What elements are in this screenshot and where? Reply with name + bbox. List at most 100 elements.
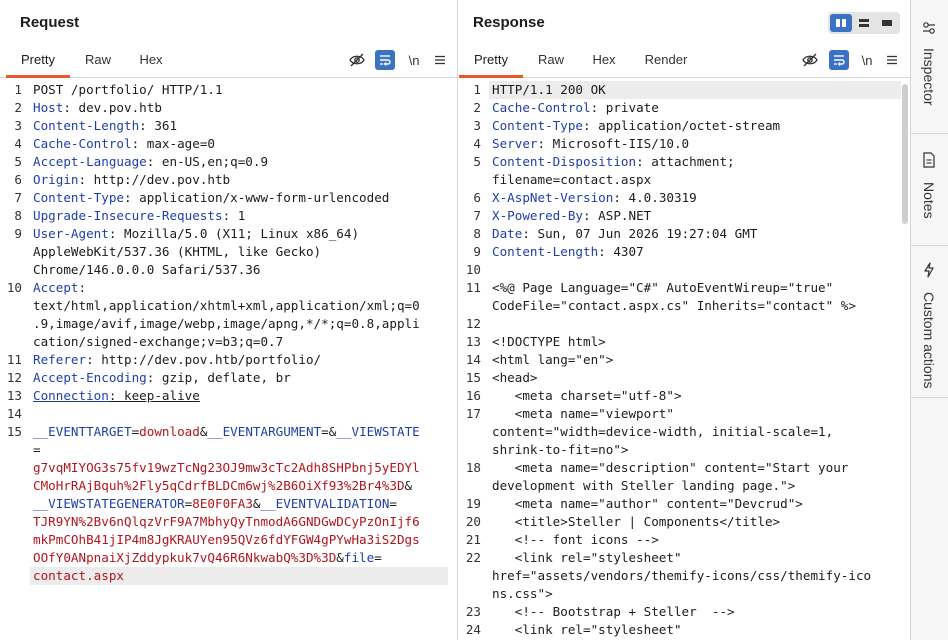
line-text: X-Powered-By: ASP.NET bbox=[492, 207, 651, 225]
code-text: : 361 bbox=[139, 118, 178, 133]
line-number: 16 bbox=[465, 388, 481, 403]
code-line: 15 __EVENTTARGET=download&__EVENTARGUMENT… bbox=[0, 423, 457, 441]
code-line: 13 Connection: keep-alive bbox=[0, 387, 457, 405]
header-name: Accept-Language bbox=[33, 154, 147, 169]
line-text: <meta charset="utf-8"> bbox=[492, 387, 682, 405]
header-name: Content-Type bbox=[33, 190, 124, 205]
line-text: Origin: http://dev.pov.htb bbox=[33, 171, 230, 189]
request-tab-raw[interactable]: Raw bbox=[74, 44, 122, 78]
code-text: : http://dev.pov.htb bbox=[78, 172, 231, 187]
hide-non-printable-icon[interactable] bbox=[800, 50, 820, 70]
code-line: 12 bbox=[459, 315, 910, 333]
code-line: = bbox=[0, 441, 457, 459]
line-number: 11 bbox=[6, 352, 22, 367]
line-number: 10 bbox=[6, 280, 22, 295]
header-name: X-AspNet-Version bbox=[492, 190, 614, 205]
code-line: text/html,application/xhtml+xml,applicat… bbox=[0, 297, 457, 315]
param-value: TJR9YN%2Bv6nQlqzVrF9A7MbhyQyTnmodA6GNDGw… bbox=[33, 514, 420, 529]
code-text: text/html,application/xhtml+xml,applicat… bbox=[33, 298, 420, 313]
code-text: <link rel="stylesheet" bbox=[492, 622, 682, 637]
line-text: Chrome/146.0.0.0 Safari/537.36 bbox=[33, 261, 260, 279]
line-number: 2 bbox=[14, 100, 22, 115]
code-line: TJR9YN%2Bv6nQlqzVrF9A7MbhyQyTnmodA6GNDGw… bbox=[0, 513, 457, 531]
line-text: Server: Microsoft-IIS/10.0 bbox=[492, 135, 689, 153]
code-text: : 1 bbox=[222, 208, 246, 223]
newline-toggle[interactable]: \n bbox=[404, 50, 424, 70]
code-line: 1 HTTP/1.1 200 OK bbox=[459, 81, 910, 99]
code-line: cation/signed-exchange;v=b3;q=0.7 bbox=[0, 333, 457, 351]
response-tab-hex[interactable]: Hex bbox=[581, 44, 627, 78]
code-text: href="assets/vendors/themify-icons/css/t… bbox=[492, 568, 872, 583]
sidebar-item-notes[interactable]: Notes bbox=[911, 134, 948, 246]
response-tab-pretty[interactable]: Pretty bbox=[459, 44, 523, 78]
code-line: shrink-to-fit=no"> bbox=[459, 441, 910, 459]
header-name: Date bbox=[492, 226, 523, 241]
request-tab-pretty[interactable]: Pretty bbox=[6, 44, 70, 78]
line-text: = bbox=[33, 441, 41, 459]
response-tab-raw[interactable]: Raw bbox=[527, 44, 575, 78]
line-number: 8 bbox=[14, 208, 22, 223]
param-value: 8E0F0FA3 bbox=[192, 496, 253, 511]
code-line: 2 Host: dev.pov.htb bbox=[0, 99, 457, 117]
line-text: X-AspNet-Version: 4.0.30319 bbox=[492, 189, 697, 207]
menu-icon[interactable] bbox=[882, 50, 902, 70]
param-name: __EVENTARGUMENT bbox=[207, 424, 322, 439]
header-name: Server bbox=[492, 136, 538, 151]
line-number: 10 bbox=[465, 262, 481, 277]
header-name: Cache-Control bbox=[492, 100, 591, 115]
line-text: Accept-Encoding: gzip, deflate, br bbox=[33, 369, 291, 387]
code-line: 7 X-Powered-By: ASP.NET bbox=[459, 207, 910, 225]
request-pane: Request Pretty Raw Hex \n 1 POST /portfol… bbox=[0, 0, 458, 640]
line-number: 5 bbox=[473, 154, 481, 169]
line-number: 4 bbox=[473, 136, 481, 151]
hide-non-printable-icon[interactable] bbox=[347, 50, 367, 70]
code-line: 5 Accept-Language: en-US,en;q=0.9 bbox=[0, 153, 457, 171]
code-text: <!-- Bootstrap + Steller --> bbox=[492, 604, 735, 619]
lightning-icon bbox=[921, 262, 937, 278]
code-line: filename=contact.aspx bbox=[459, 171, 910, 189]
request-tab-hex[interactable]: Hex bbox=[128, 44, 174, 78]
line-text: href="assets/vendors/themify-icons/css/t… bbox=[492, 567, 871, 585]
code-text: <meta charset="utf-8"> bbox=[492, 388, 682, 403]
line-text: Accept: bbox=[33, 279, 86, 297]
code-text: <!-- font icons --> bbox=[492, 532, 659, 547]
sidebar-item-inspector[interactable]: Inspector bbox=[911, 0, 948, 134]
sidebar-item-custom-actions[interactable]: Custom actions bbox=[911, 246, 948, 398]
code-line: 14 bbox=[0, 405, 457, 423]
line-number: 12 bbox=[6, 370, 22, 385]
line-text: Content-Type: application/x-www-form-url… bbox=[33, 189, 389, 207]
code-text: <head> bbox=[492, 370, 538, 385]
layout-stacked-icon[interactable] bbox=[853, 14, 875, 32]
line-text: POST /portfolio/ HTTP/1.1 bbox=[33, 81, 223, 99]
code-line: 6 Origin: http://dev.pov.htb bbox=[0, 171, 457, 189]
response-editor[interactable]: 1 HTTP/1.1 200 OK 2 Cache-Control: private 3… bbox=[459, 80, 910, 640]
word-wrap-icon[interactable] bbox=[829, 50, 849, 70]
line-text: <!-- font icons --> bbox=[492, 531, 659, 549]
newline-toggle[interactable]: \n bbox=[857, 50, 877, 70]
menu-icon[interactable] bbox=[430, 50, 450, 70]
code-text: filename=contact.aspx bbox=[492, 172, 652, 187]
code-line: 10 bbox=[459, 261, 910, 279]
line-text: <head> bbox=[492, 369, 538, 387]
code-line: 14 <html lang="en"> bbox=[459, 351, 910, 369]
code-line: .9,image/avif,image/webp,image/apng,*/*;… bbox=[0, 315, 457, 333]
layout-tabs-icon[interactable] bbox=[876, 14, 898, 32]
line-number: 2 bbox=[473, 100, 481, 115]
code-line: 3 Content-Type: application/octet-stream bbox=[459, 117, 910, 135]
header-name: Content-Disposition bbox=[492, 154, 637, 169]
line-text: CMoHrRAjBquh%2Fly5qCdrfBLDCm6wj%2B6OiXf9… bbox=[33, 477, 412, 495]
header-name: Cache-Control bbox=[33, 136, 132, 151]
response-tab-render[interactable]: Render bbox=[635, 44, 697, 78]
line-text: Content-Length: 361 bbox=[33, 117, 177, 135]
response-scrollbar[interactable] bbox=[902, 84, 908, 224]
layout-side-by-side-icon[interactable] bbox=[830, 14, 852, 32]
line-text: <link rel="stylesheet" bbox=[492, 621, 682, 639]
request-editor[interactable]: 1 POST /portfolio/ HTTP/1.1 2 Host: dev.pov… bbox=[0, 80, 457, 640]
word-wrap-icon[interactable] bbox=[375, 50, 395, 70]
header-name: Accept-Encoding bbox=[33, 370, 147, 385]
param-value: download bbox=[139, 424, 200, 439]
line-number: 11 bbox=[465, 280, 481, 295]
line-number: 3 bbox=[473, 118, 481, 133]
code-text: : http://dev.pov.htb/portfolio/ bbox=[86, 352, 322, 367]
code-text: : private bbox=[590, 100, 659, 115]
